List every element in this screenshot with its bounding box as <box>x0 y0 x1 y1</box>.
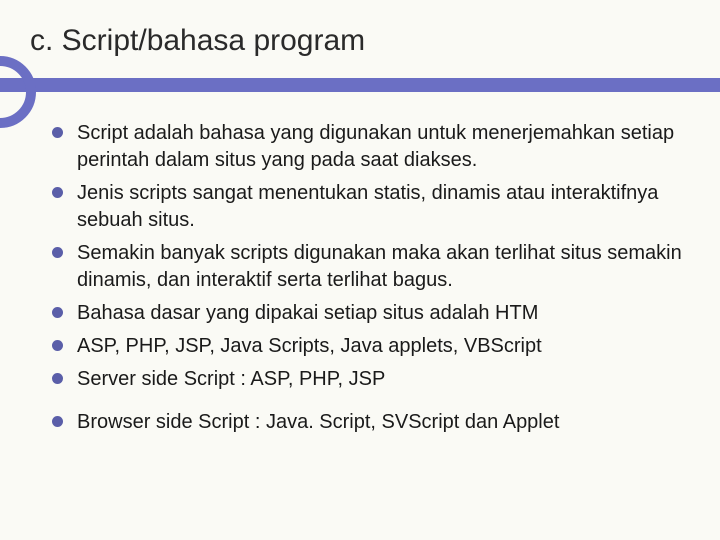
slide-title: c. Script/bahasa program <box>30 24 365 58</box>
title-underline <box>0 78 720 92</box>
bullet-icon <box>52 416 63 427</box>
bullet-text: ASP, PHP, JSP, Java Scripts, Java applet… <box>77 333 542 360</box>
bullet-icon <box>52 373 63 384</box>
bullet-icon <box>52 127 63 138</box>
list-item: Semakin banyak scripts digunakan maka ak… <box>52 240 682 294</box>
bullet-icon <box>52 247 63 258</box>
slide-content: Script adalah bahasa yang digunakan untu… <box>52 120 682 442</box>
bullet-text: Browser side Script : Java. Script, SVSc… <box>77 409 559 436</box>
list-item: Script adalah bahasa yang digunakan untu… <box>52 120 682 174</box>
bullet-text: Bahasa dasar yang dipakai setiap situs a… <box>77 300 538 327</box>
list-item: Bahasa dasar yang dipakai setiap situs a… <box>52 300 682 327</box>
list-item: Server side Script : ASP, PHP, JSP <box>52 366 682 393</box>
bullet-text: Server side Script : ASP, PHP, JSP <box>77 366 385 393</box>
list-item: Jenis scripts sangat menentukan statis, … <box>52 180 682 234</box>
bullet-icon <box>52 187 63 198</box>
slide: c. Script/bahasa program Script adalah b… <box>0 0 720 540</box>
list-item: ASP, PHP, JSP, Java Scripts, Java applet… <box>52 333 682 360</box>
bullet-icon <box>52 307 63 318</box>
bullet-text: Jenis scripts sangat menentukan statis, … <box>77 180 682 234</box>
bullet-icon <box>52 340 63 351</box>
list-item: Browser side Script : Java. Script, SVSc… <box>52 409 682 436</box>
bullet-text: Script adalah bahasa yang digunakan untu… <box>77 120 682 174</box>
bullet-text: Semakin banyak scripts digunakan maka ak… <box>77 240 682 294</box>
